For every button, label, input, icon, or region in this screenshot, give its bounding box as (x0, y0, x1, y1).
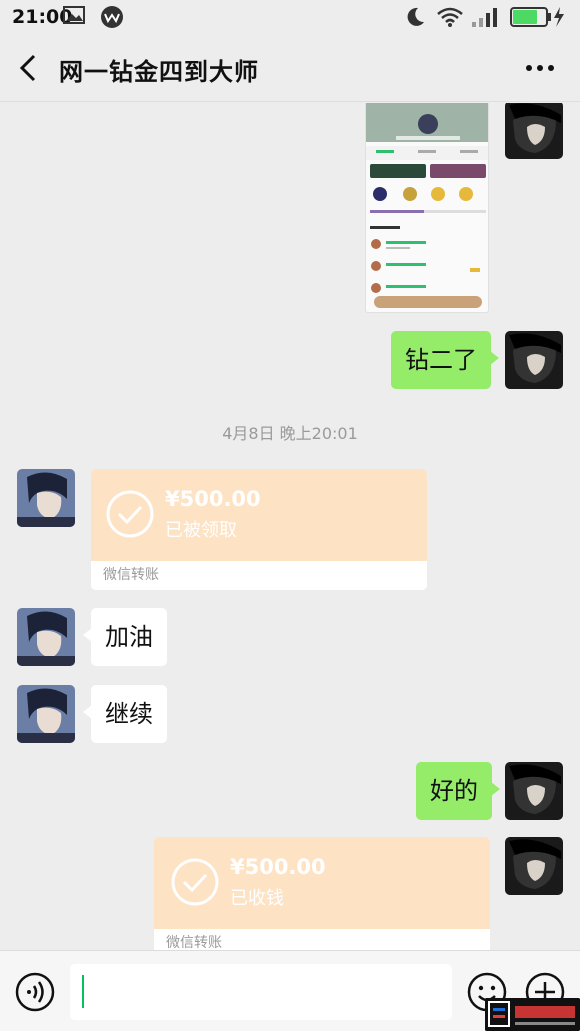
transfer-status: 已收钱 (230, 888, 284, 909)
app-icon (101, 6, 123, 28)
my-avatar[interactable] (505, 103, 563, 159)
contact-message-bubble[interactable]: 加油 (83, 608, 167, 666)
message-text: 钻二了 (405, 346, 477, 374)
my-avatar[interactable] (505, 762, 563, 820)
voice-icon[interactable] (15, 972, 55, 1012)
transfer-footer: 微信转账 (91, 561, 427, 590)
my-message-bubble[interactable]: 好的 (416, 762, 500, 820)
transfer-status: 已被领取 (165, 520, 237, 541)
chevron-left-icon[interactable] (14, 52, 44, 84)
chat-header: 网一钻金四到大师 (0, 34, 580, 102)
game-profile-screenshot-image (366, 103, 488, 308)
transfer-amount: ¥500.00 (165, 487, 261, 511)
image-message[interactable] (365, 103, 489, 313)
gallery-icon (63, 6, 85, 24)
contact-avatar[interactable] (17, 685, 75, 743)
battery-charging-icon (510, 7, 564, 27)
watermark-logo (485, 998, 580, 1031)
chat-title: 网一钻金四到大师 (59, 58, 259, 86)
message-text: 好的 (430, 777, 478, 805)
transfer-card[interactable]: ¥500.00 已被领取 微信转账 (91, 469, 427, 590)
wifi-icon (437, 7, 463, 27)
text-cursor (82, 975, 84, 1008)
message-timestamp: 4月8日 晚上20:01 (222, 424, 358, 443)
message-input[interactable] (70, 964, 452, 1020)
my-avatar[interactable] (505, 331, 563, 389)
my-avatar[interactable] (505, 837, 563, 895)
check-circle-icon (106, 490, 154, 538)
more-dots-icon[interactable] (522, 56, 558, 80)
moon-icon (407, 7, 424, 26)
contact-avatar[interactable] (17, 469, 75, 527)
contact-message-bubble[interactable]: 继续 (83, 685, 167, 743)
transfer-card[interactable]: ¥500.00 已收钱 微信转账 (154, 837, 490, 950)
signal-icon (472, 8, 497, 27)
message-text: 继续 (105, 700, 153, 728)
my-message-bubble[interactable]: 钻二了 (391, 331, 499, 389)
transfer-amount: ¥500.00 (230, 855, 326, 879)
status-bar: 21:00 (0, 0, 580, 34)
transfer-card-body: ¥500.00 已收钱 (154, 837, 490, 929)
message-text: 加油 (105, 623, 153, 651)
transfer-footer: 微信转账 (154, 929, 490, 950)
transfer-card-body: ¥500.00 已被领取 (91, 469, 427, 561)
contact-avatar[interactable] (17, 608, 75, 666)
chat-message-list[interactable]: 钻二了 4月8日 晚上20:01 ¥500.00 已被领取 微信转账 加油 继续 (0, 103, 580, 950)
check-circle-icon (171, 858, 219, 906)
